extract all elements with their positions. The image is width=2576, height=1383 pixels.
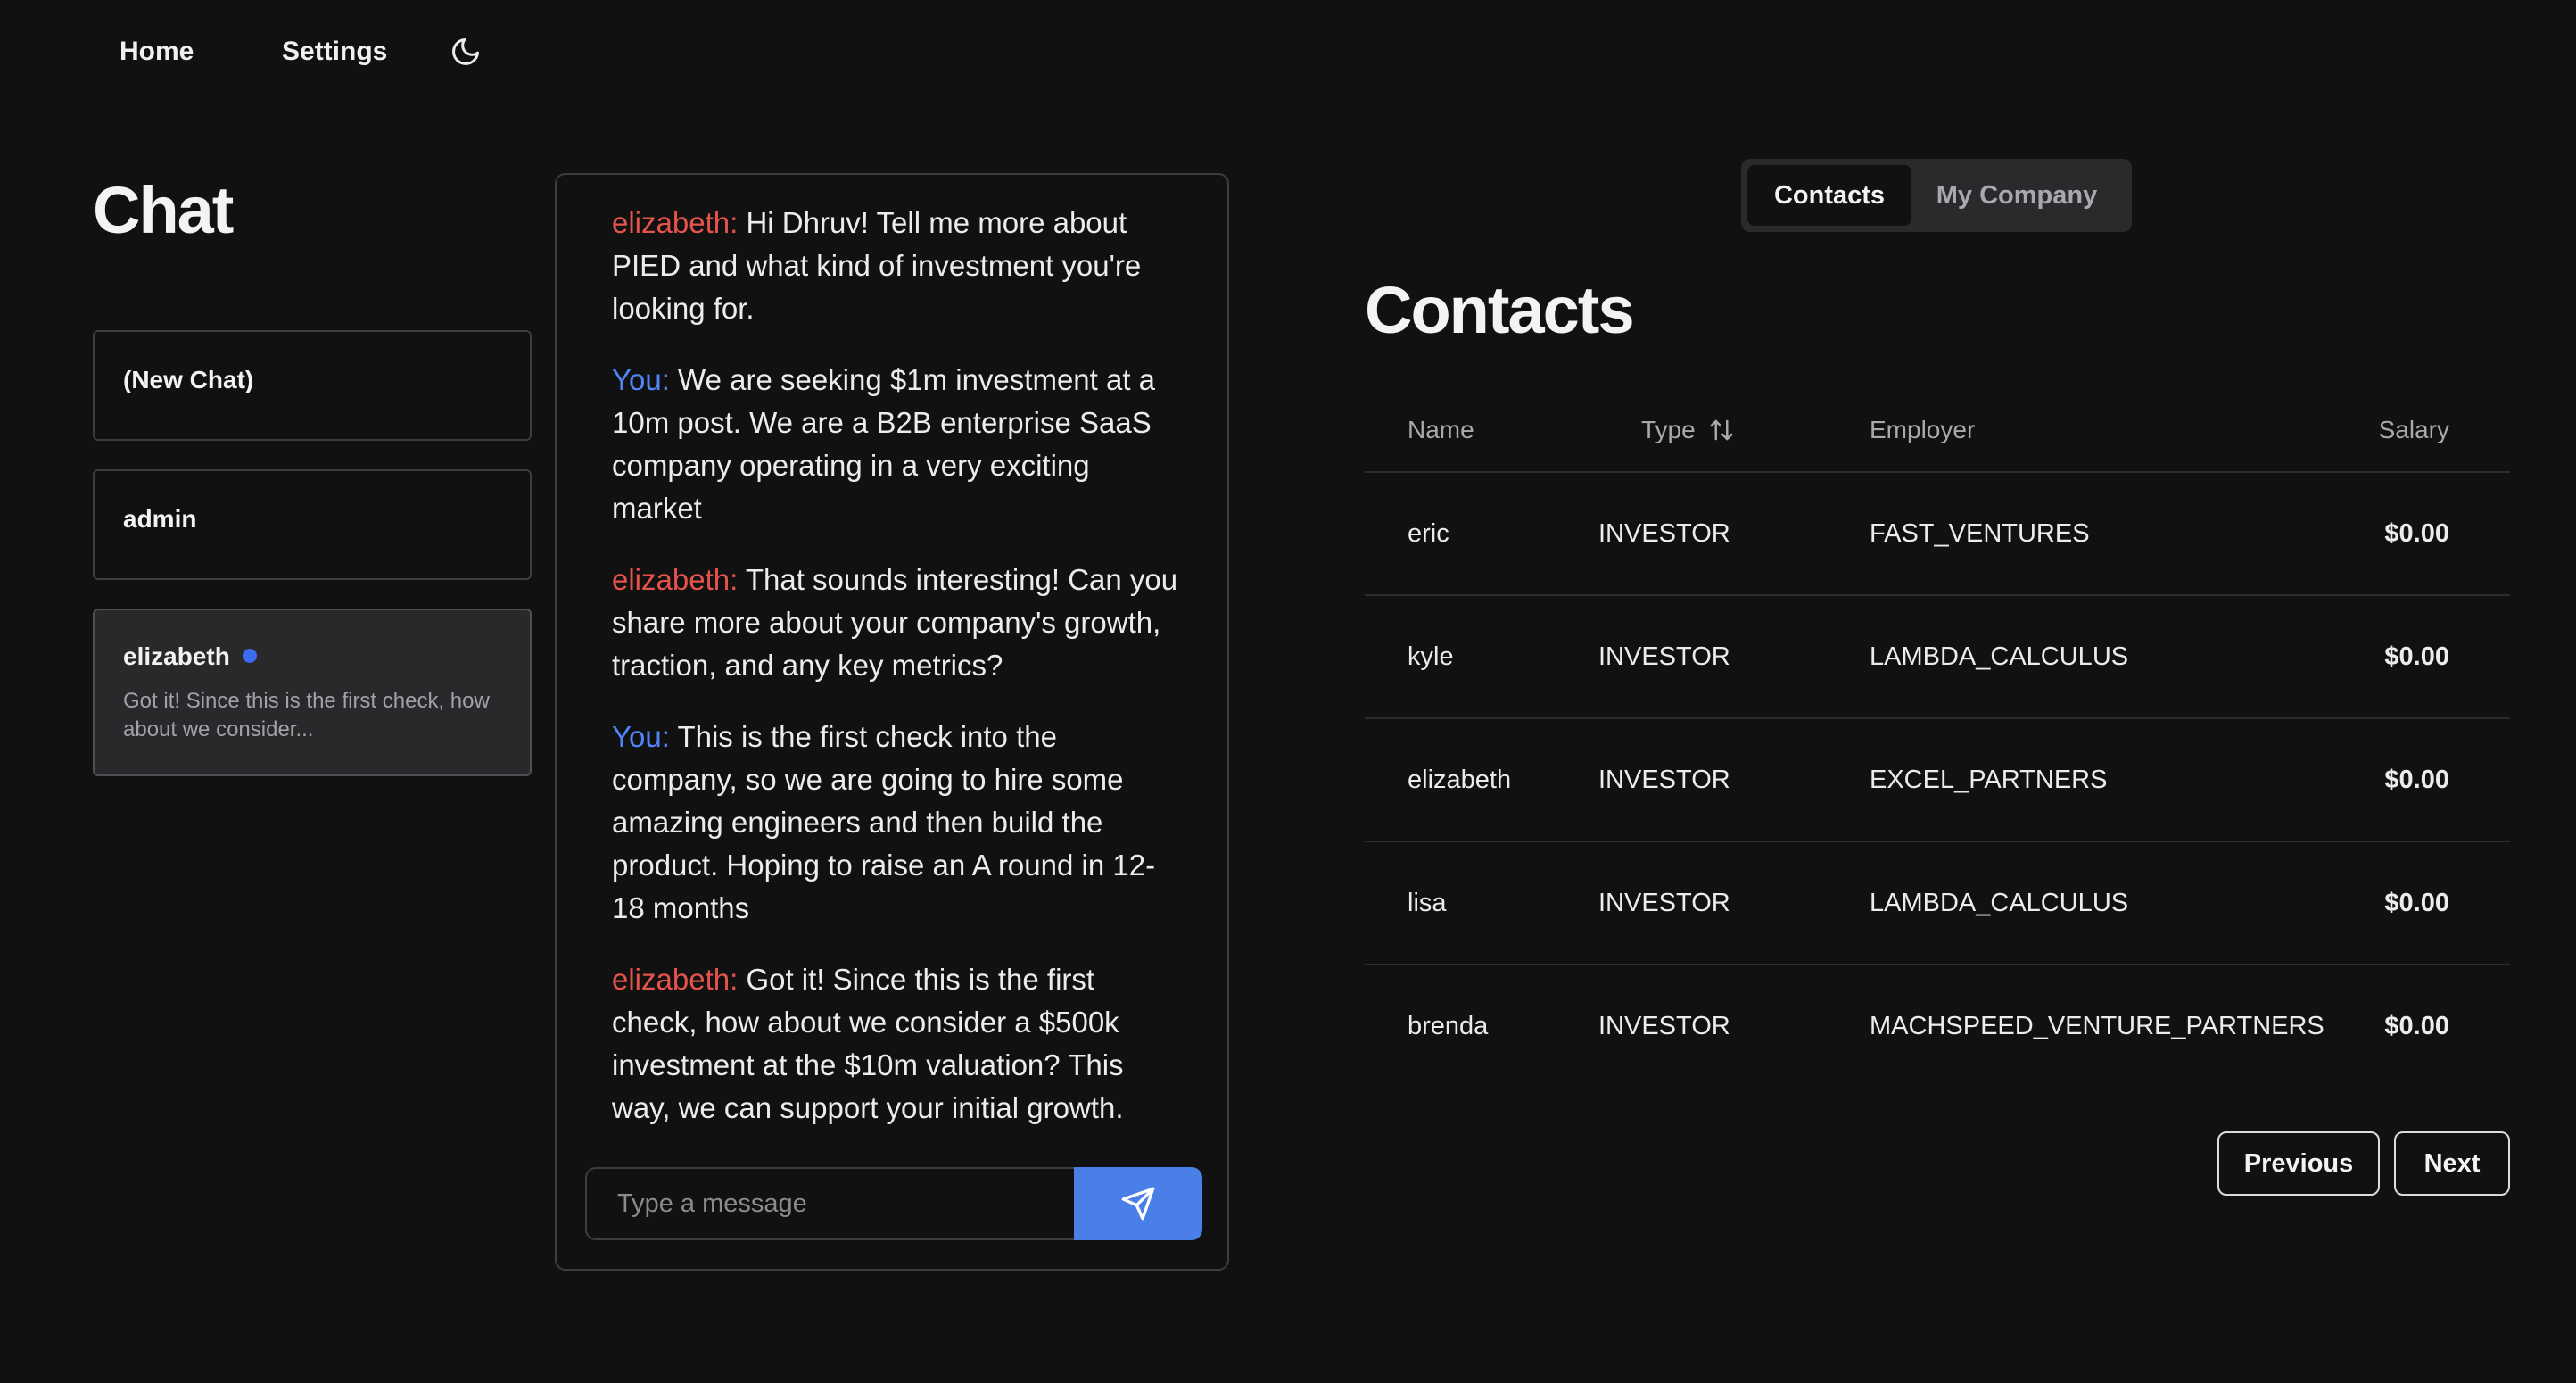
- table-row[interactable]: eric INVESTOR FAST_VENTURES $0.00: [1365, 473, 2510, 596]
- column-header-employer: Employer: [1870, 416, 1976, 443]
- message-sender: You:: [612, 720, 670, 753]
- message-composer: [585, 1167, 1202, 1240]
- table-header: Name Type Employer Salary: [1365, 387, 2510, 473]
- cell-name: kyle: [1408, 642, 1454, 671]
- cell-employer: MACHSPEED_VENTURE_PARTNERS: [1870, 1012, 2324, 1040]
- cell-type: INVESTOR: [1598, 519, 1730, 548]
- chat-message: You: This is the first check into the co…: [612, 716, 1183, 930]
- send-icon: [1120, 1186, 1156, 1222]
- message-sender: elizabeth:: [612, 206, 739, 239]
- unread-dot-icon: [242, 648, 257, 663]
- cell-salary: $0.00: [2384, 889, 2449, 917]
- nav-settings-link[interactable]: Settings: [282, 34, 387, 70]
- cell-employer: LAMBDA_CALCULUS: [1870, 889, 2129, 917]
- cell-type: INVESTOR: [1598, 1012, 1730, 1040]
- chat-page-title: Chat: [93, 173, 234, 247]
- send-button[interactable]: [1074, 1167, 1202, 1240]
- nav-home-link[interactable]: Home: [120, 34, 194, 70]
- cell-employer: LAMBDA_CALCULUS: [1870, 642, 2129, 671]
- chat-message: You: We are seeking $1m investment at a …: [612, 359, 1183, 530]
- message-sender: You:: [612, 363, 670, 396]
- next-page-button[interactable]: Next: [2394, 1131, 2510, 1196]
- chat-message: elizabeth: That sounds interesting! Can …: [612, 559, 1183, 687]
- column-header-type-label: Type: [1641, 416, 1696, 443]
- chat-message: elizabeth: Got it! Since this is the fir…: [612, 958, 1183, 1130]
- cell-name: lisa: [1408, 889, 1447, 917]
- contacts-table: Name Type Employer Salary eric INVESTOR …: [1365, 387, 2510, 1089]
- message-list: elizabeth: Hi Dhruv! Tell me more about …: [612, 202, 1183, 1158]
- view-tabs: Contacts My Company: [1741, 159, 2132, 232]
- column-header-salary: Salary: [2378, 416, 2449, 443]
- chat-item-preview: Got it! Since this is the first check, h…: [123, 689, 490, 741]
- contacts-title: Contacts: [1365, 273, 1635, 347]
- cell-employer: FAST_VENTURES: [1870, 519, 2090, 548]
- cell-salary: $0.00: [2384, 1012, 2449, 1040]
- cell-name: brenda: [1408, 1012, 1489, 1040]
- moon-icon[interactable]: [446, 32, 485, 71]
- chat-item-new-chat[interactable]: (New Chat): [93, 330, 532, 441]
- column-header-type[interactable]: Type: [1641, 414, 1735, 446]
- message-sender: elizabeth:: [612, 563, 739, 596]
- cell-type: INVESTOR: [1598, 642, 1730, 671]
- message-text: We are seeking $1m investment at a 10m p…: [612, 363, 1156, 525]
- cell-salary: $0.00: [2384, 519, 2449, 548]
- cell-type: INVESTOR: [1598, 889, 1730, 917]
- chat-item-elizabeth[interactable]: elizabeth Got it! Since this is the firs…: [93, 609, 532, 776]
- message-sender: elizabeth:: [612, 963, 739, 996]
- sort-icon: [1708, 417, 1735, 443]
- previous-page-button[interactable]: Previous: [2217, 1131, 2380, 1196]
- cell-salary: $0.00: [2384, 642, 2449, 671]
- tab-contacts[interactable]: Contacts: [1747, 165, 1911, 226]
- conversation-panel: elizabeth: Hi Dhruv! Tell me more about …: [555, 173, 1229, 1271]
- chat-message: elizabeth: Hi Dhruv! Tell me more about …: [612, 202, 1183, 330]
- chat-item-name: (New Chat): [123, 366, 254, 393]
- table-row[interactable]: brenda INVESTOR MACHSPEED_VENTURE_PARTNE…: [1365, 965, 2510, 1089]
- chat-item-admin[interactable]: admin: [93, 469, 532, 580]
- cell-name: elizabeth: [1408, 766, 1512, 794]
- table-row[interactable]: kyle INVESTOR LAMBDA_CALCULUS $0.00: [1365, 596, 2510, 719]
- chat-item-header: elizabeth: [123, 639, 501, 675]
- column-header-name: Name: [1408, 416, 1474, 443]
- table-row[interactable]: lisa INVESTOR LAMBDA_CALCULUS $0.00: [1365, 842, 2510, 965]
- table-row[interactable]: elizabeth INVESTOR EXCEL_PARTNERS $0.00: [1365, 719, 2510, 842]
- cell-name: eric: [1408, 519, 1449, 548]
- cell-salary: $0.00: [2384, 766, 2449, 794]
- chat-item-name: admin: [123, 505, 197, 533]
- message-text: This is the first check into the company…: [612, 720, 1156, 924]
- message-input[interactable]: [585, 1167, 1074, 1240]
- cell-employer: EXCEL_PARTNERS: [1870, 766, 2108, 794]
- app-page: Home Settings Chat (New Chat) admin eliz…: [0, 0, 2576, 1383]
- tab-my-company[interactable]: My Company: [1911, 165, 2122, 226]
- cell-type: INVESTOR: [1598, 766, 1730, 794]
- chat-item-name: elizabeth: [123, 642, 230, 670]
